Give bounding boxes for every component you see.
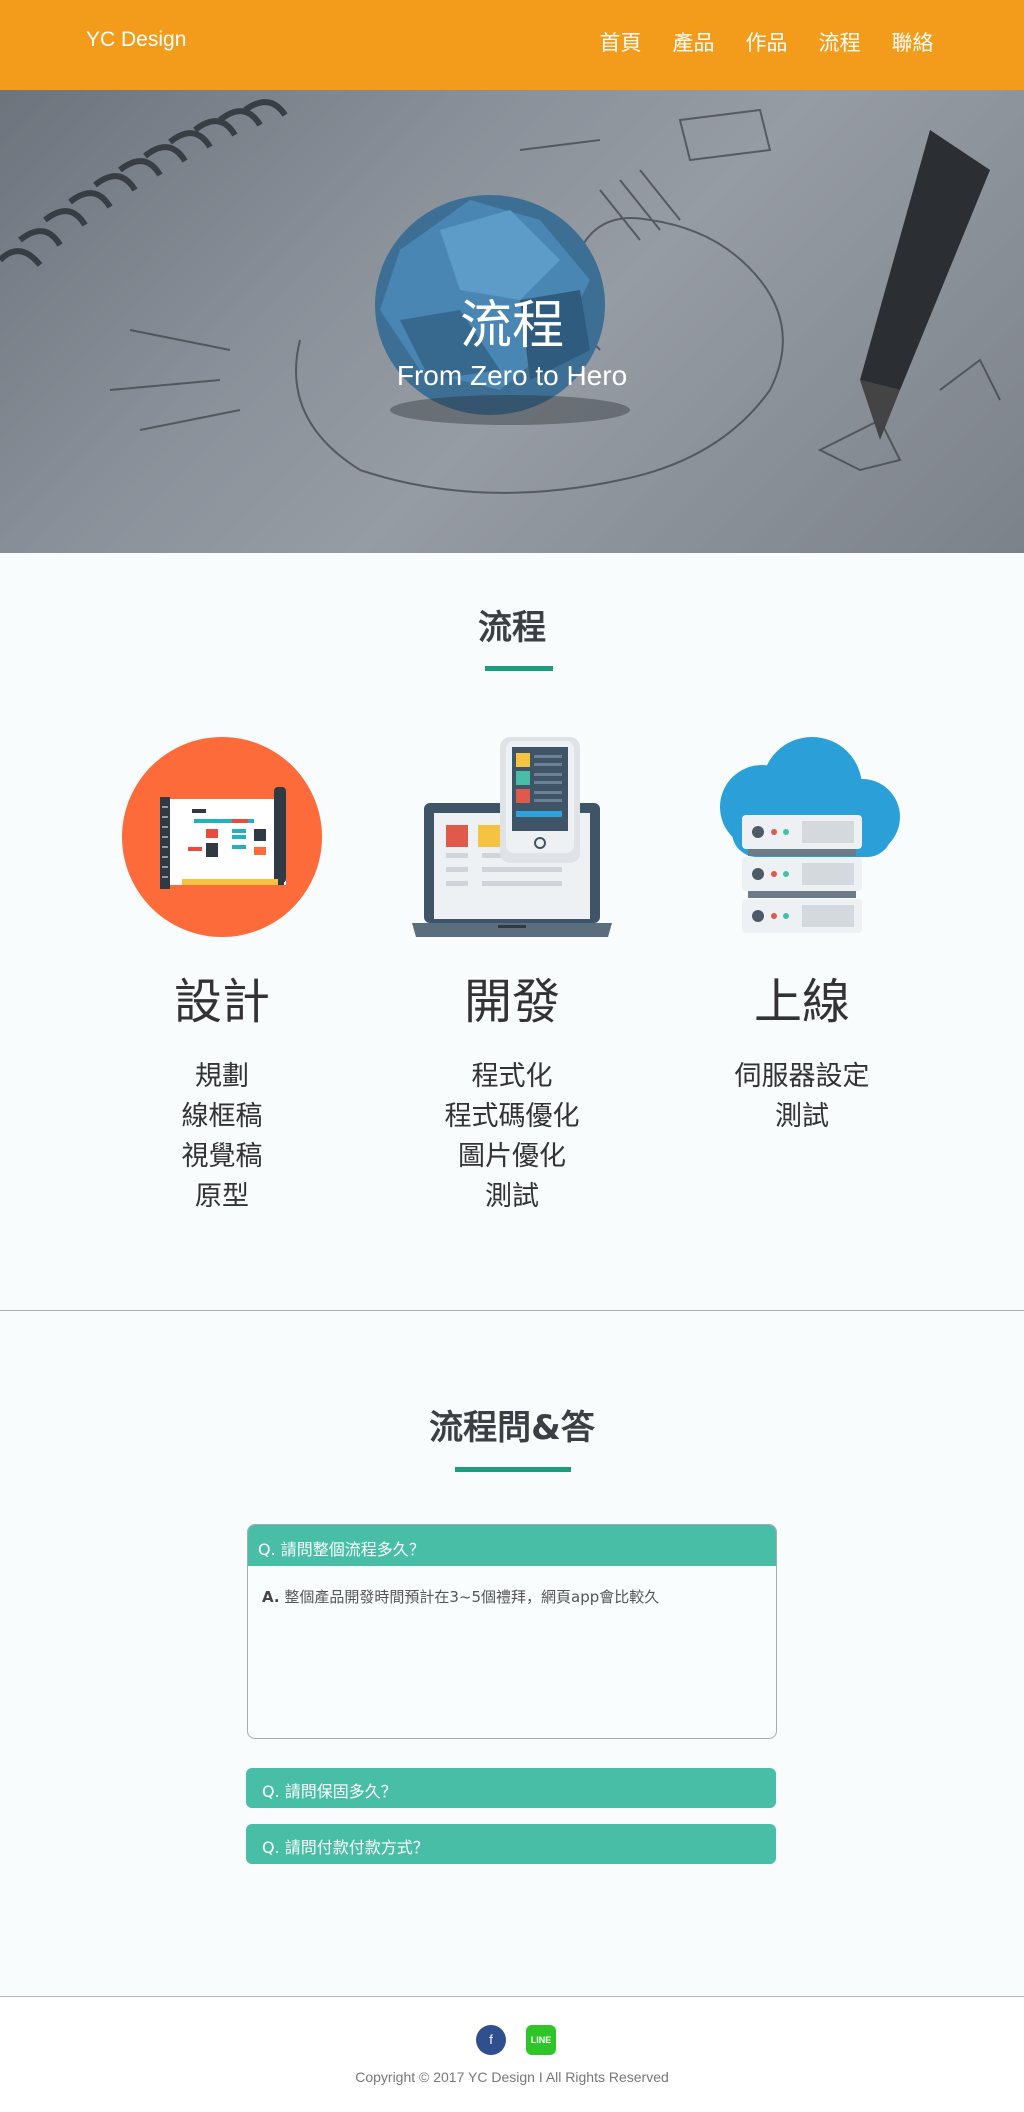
top-navbar: YC Design 首頁 產品 作品 流程 聯絡	[0, 0, 1024, 90]
nav-products[interactable]: 產品	[670, 27, 717, 57]
cloud-server-icon	[720, 737, 900, 933]
hero-banner: 流程 From Zero to Hero	[0, 90, 1024, 553]
faq-question-toggle[interactable]: Q. 請問付款付款方式？	[246, 1824, 776, 1864]
section-divider	[0, 1310, 1024, 1311]
step-item-list: 規劃 線框稿 視覺稿 原型	[92, 1057, 352, 1217]
step-item: 圖片優化	[458, 1141, 566, 1172]
hero-subtitle: From Zero to Hero	[396, 360, 628, 391]
line-app-icon[interactable]: LINE	[526, 2025, 556, 2055]
step-item: 程式碼優化	[444, 1101, 580, 1132]
step-name: 設計	[173, 974, 270, 1030]
answer-text: 整個產品開發時間預計在3~5個禮拜，網頁app會比較久	[284, 1588, 660, 1606]
site-footer: f LINE Copyright © 2017 YC Design I All …	[0, 1996, 1024, 2112]
step-item: 視覺稿	[181, 1141, 263, 1172]
step-item-list: 程式化 程式碼優化 圖片優化 測試	[382, 1057, 642, 1217]
nav-works[interactable]: 作品	[743, 27, 790, 57]
nav-process[interactable]: 流程	[816, 27, 863, 57]
faq-question-toggle[interactable]: Q. 請問保固多久？	[246, 1768, 776, 1808]
process-step-launch: 上線 伺服器設定 測試	[672, 737, 932, 1217]
nav-contact[interactable]: 聯絡	[889, 27, 936, 57]
step-item: 測試	[485, 1181, 539, 1212]
step-item: 規劃	[195, 1061, 249, 1092]
faq-section-title: 流程問&答	[429, 1408, 595, 1448]
hero-title: 流程	[459, 296, 564, 356]
step-name: 上線	[753, 974, 850, 1030]
laptop-phone-icon	[412, 737, 612, 937]
step-item: 程式化	[471, 1061, 553, 1092]
step-item: 伺服器設定	[734, 1061, 870, 1092]
step-item: 測試	[775, 1101, 829, 1132]
step-item: 線框稿	[181, 1101, 263, 1132]
faq-item-expanded: Q. 請問整個流程多久？ A. 整個產品開發時間預計在3~5個禮拜，網頁app會…	[247, 1524, 777, 1739]
brand-logo[interactable]: YC Design	[86, 28, 186, 52]
process-section-title: 流程	[478, 608, 546, 648]
process-step-design: 設計 規劃 線框稿 視覺稿 原型	[92, 737, 352, 1217]
faq-question-toggle[interactable]: Q. 請問整個流程多久？	[248, 1525, 776, 1566]
process-title-underline	[485, 666, 553, 671]
blueprint-icon	[122, 737, 322, 937]
step-item-list: 伺服器設定 測試	[672, 1057, 932, 1137]
facebook-icon[interactable]: f	[476, 2025, 506, 2055]
faq-answer: A. 整個產品開發時間預計在3~5個禮拜，網頁app會比較久	[248, 1566, 776, 1627]
answer-prefix: A.	[262, 1588, 280, 1606]
copyright-text: Copyright © 2017 YC Design I All Rights …	[355, 2069, 669, 2085]
nav-home[interactable]: 首頁	[597, 27, 644, 57]
main-nav: 首頁 產品 作品 流程 聯絡	[597, 27, 936, 57]
faq-title-underline	[455, 1467, 571, 1472]
step-item: 原型	[195, 1181, 249, 1212]
step-name: 開發	[463, 974, 560, 1030]
process-step-development: 開發 程式化 程式碼優化 圖片優化 測試	[382, 737, 642, 1217]
